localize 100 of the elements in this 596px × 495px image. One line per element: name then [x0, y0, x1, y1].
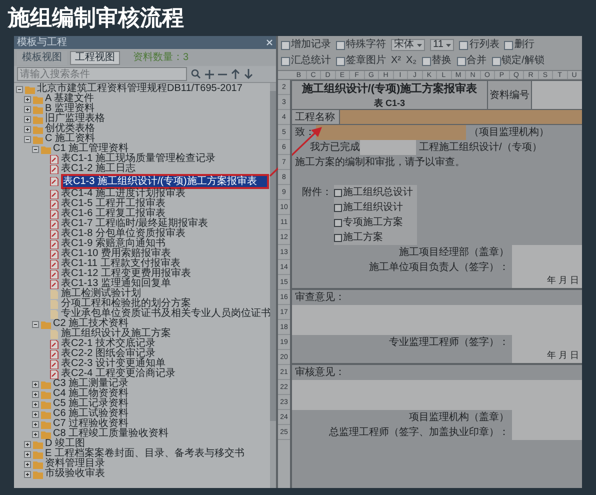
font-dropdown[interactable]: 宋体: [391, 39, 425, 51]
close-icon[interactable]: [266, 39, 273, 46]
tree-item[interactable]: A 基建文件: [45, 94, 94, 104]
tree-item[interactable]: 表C1-13 监理通知回复单: [61, 279, 172, 289]
tree-item[interactable]: 表C1-12 工程变更费用报审表: [61, 269, 192, 279]
tree-item[interactable]: 表C2-3 设计变更通知单: [61, 359, 166, 369]
toolbar-button[interactable]: 特殊字符: [336, 39, 386, 51]
field-label: 工程施工组织设计/（专项）: [418, 140, 542, 155]
checkbox[interactable]: [334, 218, 342, 226]
toolbar-button[interactable]: 锁定/解锁: [492, 55, 544, 67]
expand-icon[interactable]: [24, 440, 31, 448]
toolbar-button[interactable]: 删行: [504, 39, 534, 51]
tree-item[interactable]: D 竣工图: [45, 439, 85, 449]
expand-icon[interactable]: [24, 116, 31, 122]
tree-item[interactable]: E 工程档案案卷封面、目录、备考表与移交书: [45, 449, 244, 459]
collapse-icon[interactable]: [32, 146, 39, 152]
form-code: 表 C1-3: [374, 97, 405, 109]
tree-item[interactable]: 表C1-8 分包单位资质报审表: [61, 229, 186, 239]
document-icon: [49, 360, 59, 368]
scrollbar[interactable]: [270, 83, 276, 488]
toolbar-button[interactable]: 行列表: [459, 39, 500, 51]
collapse-icon[interactable]: [24, 136, 31, 142]
tree-item[interactable]: 专业承包单位资质证书及相关专业人员岗位证书: [61, 309, 270, 319]
tree-item[interactable]: 市级验收审表: [45, 469, 105, 479]
minus-icon[interactable]: [218, 72, 227, 76]
expand-icon[interactable]: [32, 380, 39, 388]
down-arrow-icon[interactable]: [244, 69, 253, 79]
tree-item[interactable]: 表C1-7 工程临时/最终延期报审表: [61, 219, 208, 229]
document-icon: [49, 177, 59, 186]
tab[interactable]: 工程视图: [70, 50, 120, 64]
expand-icon[interactable]: [24, 126, 31, 132]
tree-item[interactable]: 施工组织设计及施工方案: [61, 329, 171, 339]
tree-item[interactable]: C2 施工技术资料: [53, 319, 129, 329]
expand-icon[interactable]: [32, 400, 39, 408]
tree-item[interactable]: 表C1-11 工程款支付报审表: [61, 259, 180, 269]
checkbox[interactable]: [334, 204, 342, 212]
tree-item[interactable]: 表C1-4 施工进度计划报审表: [61, 189, 186, 199]
tree-item[interactable]: C5 施工记录资料: [53, 399, 129, 409]
tree-item[interactable]: C3 施工测量记录: [53, 379, 129, 389]
toolbar-button[interactable]: 替换: [422, 55, 452, 67]
field-label: 我方已完成: [309, 140, 360, 155]
tree-item[interactable]: 表C1-3 施工组织设计/(专项)施工方案报审表: [61, 174, 269, 189]
format-button[interactable]: X²: [391, 55, 401, 67]
input-field[interactable]: [316, 125, 466, 140]
signature-field: [512, 410, 582, 440]
toolbar-button[interactable]: 增加记录: [281, 39, 331, 51]
expand-icon[interactable]: [32, 410, 39, 418]
toolbar-icon: [422, 56, 431, 66]
input-field[interactable]: [360, 140, 416, 155]
collapse-icon[interactable]: [32, 320, 39, 328]
search-icon[interactable]: [191, 69, 201, 79]
tree-item[interactable]: 资料管理目录: [45, 459, 105, 469]
toolbar-button[interactable]: 签章图片: [336, 55, 386, 67]
tree-item[interactable]: C6 施工试验资料: [53, 409, 129, 419]
search-field[interactable]: 请输入搜索条件: [17, 67, 187, 81]
caret-icon: [417, 44, 422, 46]
toolbar-button[interactable]: 合并: [456, 55, 487, 67]
expand-icon[interactable]: [32, 390, 39, 398]
format-button[interactable]: X₂: [406, 55, 417, 67]
checkbox[interactable]: [334, 188, 342, 196]
tree-item[interactable]: 表C1-2 施工日志: [61, 164, 136, 174]
form-title: 施工组织设计/(专项)施工方案报审表: [302, 81, 478, 97]
input-field[interactable]: [340, 110, 582, 124]
tree-item[interactable]: 施工检测试验计划: [61, 289, 141, 299]
tree-item[interactable]: 表C1-9 索赔意向通知书: [61, 239, 166, 249]
toolbar-button[interactable]: 汇总统计: [281, 55, 331, 67]
tree-item[interactable]: C 施工资料: [45, 134, 95, 144]
font-dropdown[interactable]: 11: [430, 39, 454, 51]
expand-icon[interactable]: [24, 96, 31, 102]
expand-icon[interactable]: [24, 470, 31, 478]
tree-item[interactable]: B 监理资料: [45, 104, 94, 114]
tree-item[interactable]: 表C2-2 图纸会审记录: [61, 349, 156, 359]
tree-item[interactable]: C1 施工管理资料: [53, 144, 129, 154]
tree-item[interactable]: C8 工程竣工质量验收资料: [53, 429, 169, 439]
checkbox[interactable]: [334, 234, 342, 242]
up-arrow-icon[interactable]: [231, 69, 240, 79]
signature-label: 施工项目经理部（盖章）: [399, 246, 509, 260]
tree-item[interactable]: 表C1-1 施工现场质量管理检查记录: [61, 154, 216, 164]
panel-title: 模板与工程: [17, 36, 67, 48]
tree-item[interactable]: 表C2-4 工程变更洽商记录: [61, 369, 176, 379]
tree-item[interactable]: 创优类表格: [45, 124, 95, 134]
tree-item[interactable]: C7 过程验收资料: [53, 419, 129, 429]
collapse-icon[interactable]: [16, 86, 23, 92]
expand-icon[interactable]: [24, 450, 31, 458]
tree-item[interactable]: 表C2-1 技术交底记录: [61, 339, 156, 349]
tree-item[interactable]: 表C1-10 费用索赔报审表: [61, 249, 172, 259]
plus-icon[interactable]: [205, 70, 214, 78]
tree-item[interactable]: 分项工程和检验批的划分方案: [61, 299, 191, 309]
signature-label: 总监理工程师（签字、加盖执业印章）：: [329, 426, 509, 440]
tree-item[interactable]: 旧广监理表格: [45, 114, 105, 124]
expand-icon[interactable]: [32, 420, 39, 428]
tree-item[interactable]: C4 施工物资资料: [53, 389, 129, 399]
input-field[interactable]: [532, 81, 582, 109]
tree-item[interactable]: 表C1-6 工程复工报审表: [61, 209, 166, 219]
expand-icon[interactable]: [24, 106, 31, 112]
tree-item[interactable]: 表C1-5 工程开工报审表: [61, 199, 166, 209]
document-icon: [49, 280, 59, 288]
expand-icon[interactable]: [32, 430, 39, 438]
expand-icon[interactable]: [24, 460, 31, 468]
checkbox-label: 专项施工方案: [343, 216, 403, 230]
